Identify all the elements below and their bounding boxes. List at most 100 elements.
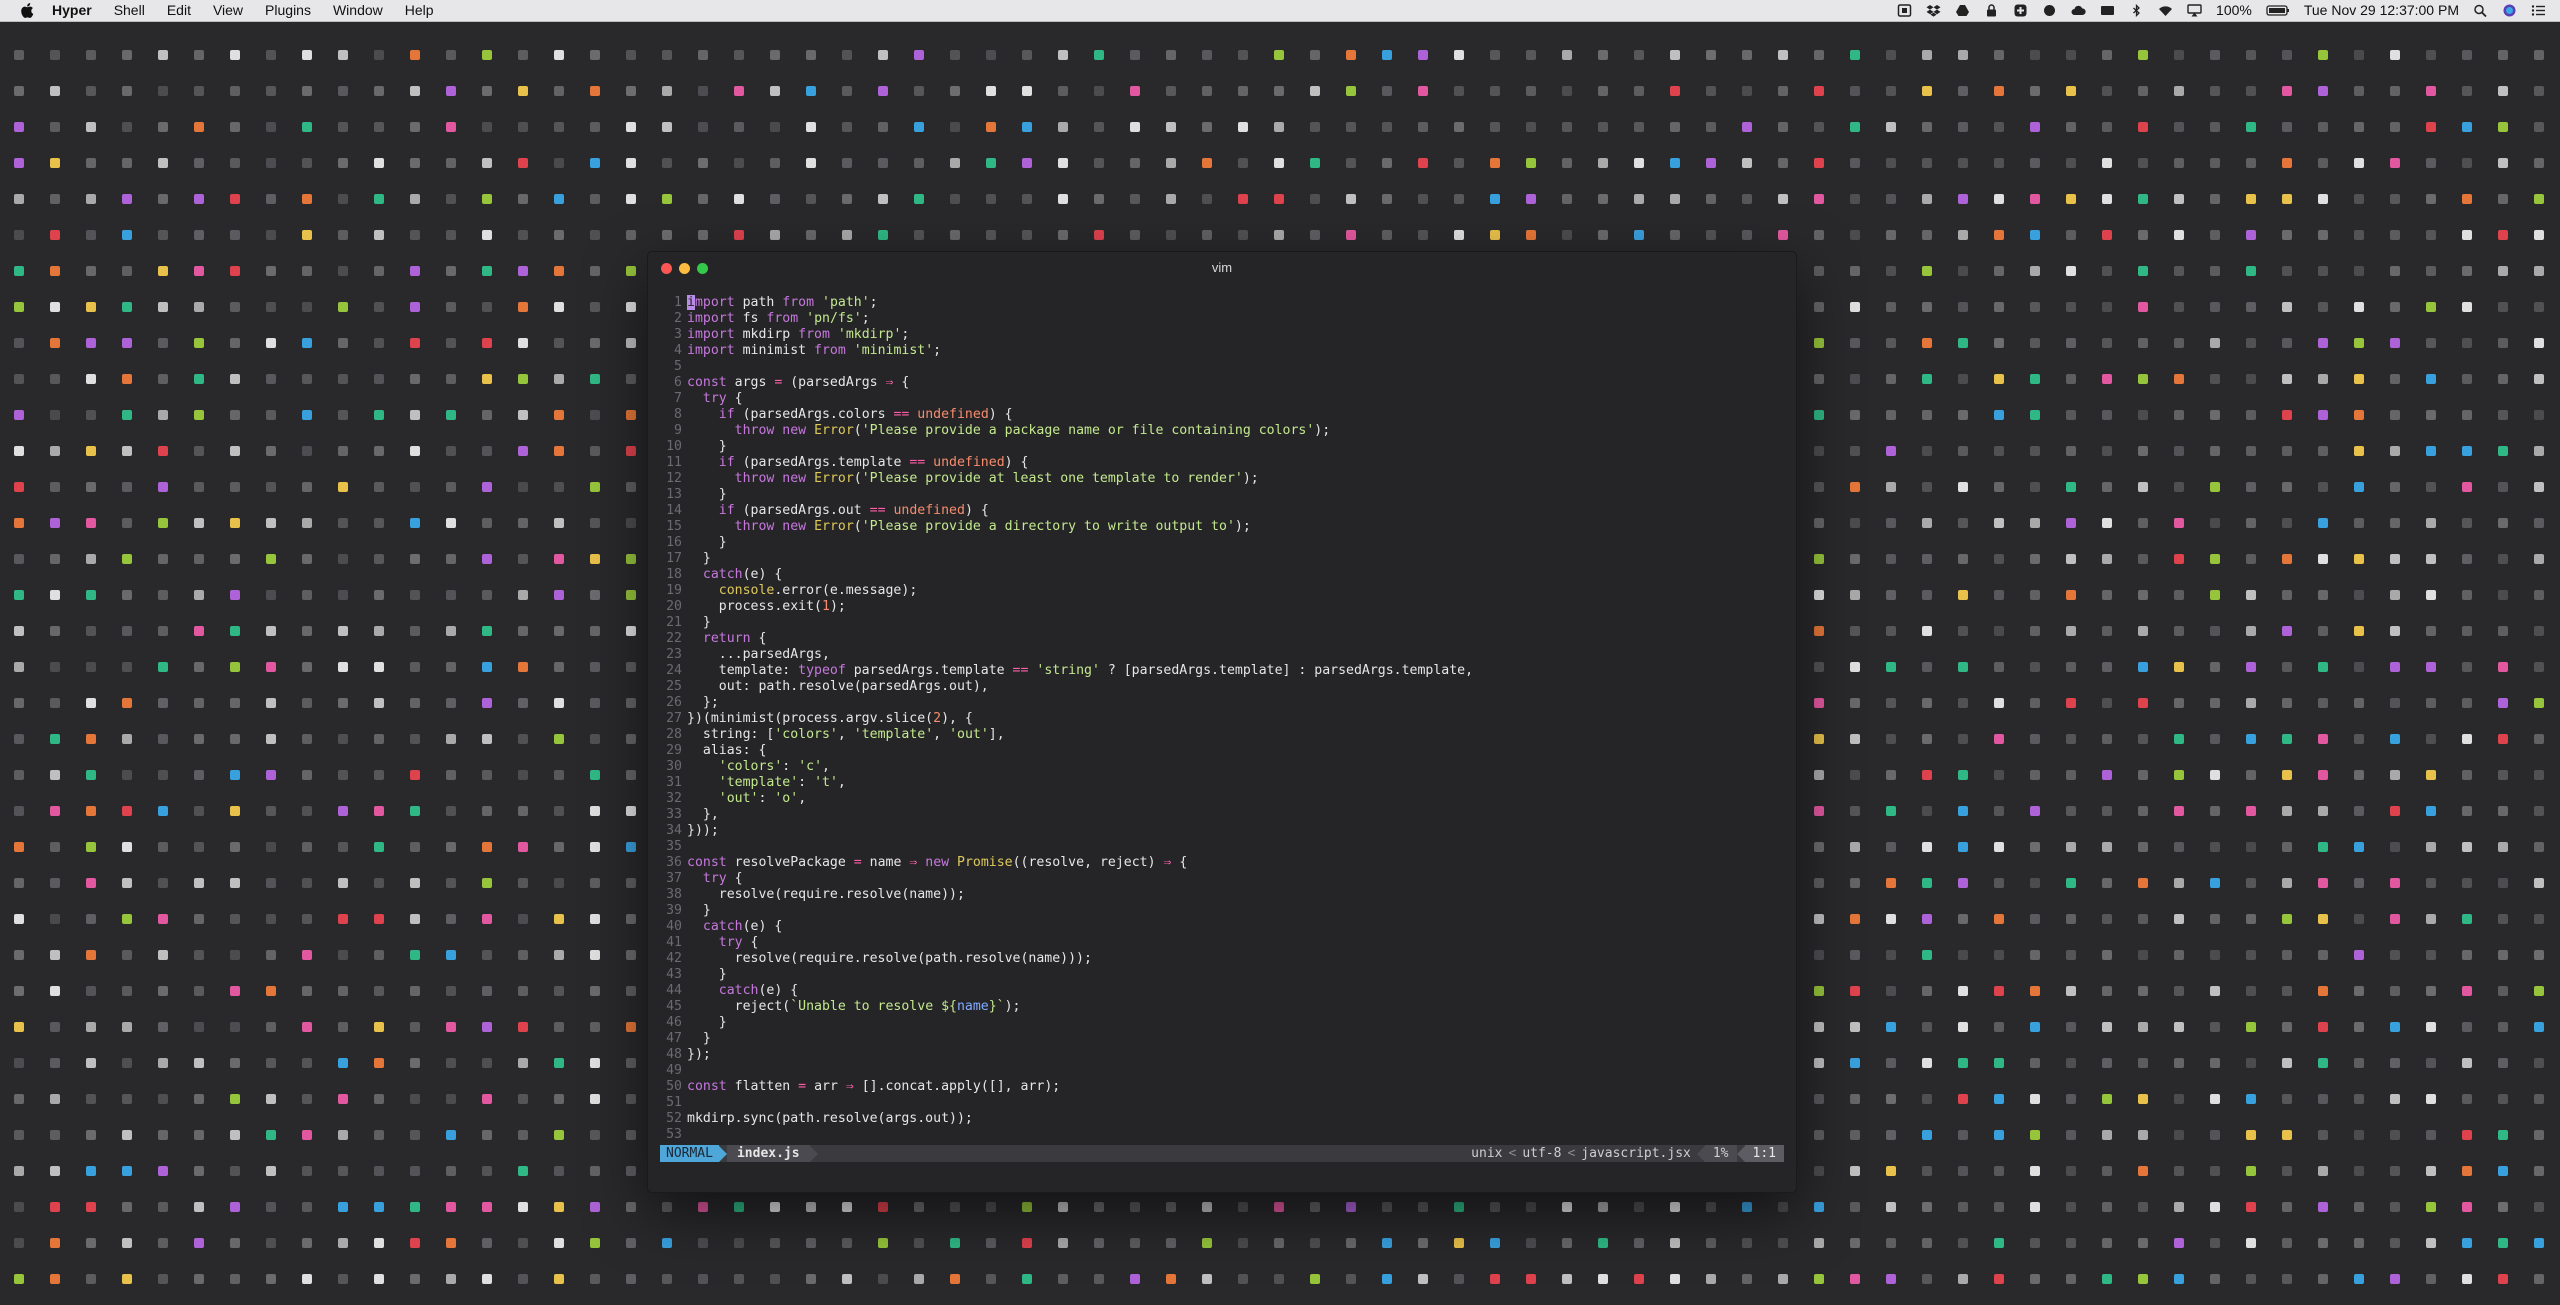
- wallpaper-dot: [1526, 50, 1536, 60]
- line-number: 9: [674, 423, 682, 438]
- code-line[interactable]: 50 const flatten = arr ⇒ [].concat.apply(…: [660, 1079, 1784, 1095]
- code-line[interactable]: 1 import path from 'path';: [660, 295, 1784, 311]
- notification-center-icon[interactable]: [2531, 4, 2546, 17]
- code-line[interactable]: 21 }: [660, 615, 1784, 631]
- menu-edit[interactable]: Edit: [167, 0, 191, 21]
- code-line[interactable]: 9 throw new Error('Please provide a pack…: [660, 423, 1784, 439]
- lock-icon[interactable]: [1984, 4, 1999, 17]
- code-line[interactable]: 16 }: [660, 535, 1784, 551]
- code-line[interactable]: 8 if (parsedArgs.colors == undefined) {: [660, 407, 1784, 423]
- code-line[interactable]: 11 if (parsedArgs.template == undefined)…: [660, 455, 1784, 471]
- wallpaper-dot: [374, 914, 384, 924]
- code-line[interactable]: 51: [660, 1095, 1784, 1111]
- clock[interactable]: Tue Nov 29 12:37:00 PM: [2304, 0, 2459, 21]
- battery-percent[interactable]: 100%: [2216, 0, 2252, 21]
- circle-icon[interactable]: [2042, 4, 2057, 17]
- code-line[interactable]: 31 'template': 't',: [660, 775, 1784, 791]
- apple-icon[interactable]: [20, 3, 34, 18]
- code-line[interactable]: 40 catch(e) {: [660, 919, 1784, 935]
- line-number: 4: [674, 343, 682, 358]
- code-line[interactable]: 47 }: [660, 1031, 1784, 1047]
- code-token: 'template': [718, 775, 799, 790]
- menu-app-name[interactable]: Hyper: [52, 0, 92, 21]
- code-line[interactable]: 25 out: path.resolve(parsedArgs.out),: [660, 679, 1784, 695]
- menu-view[interactable]: View: [213, 0, 243, 21]
- menu-plugins[interactable]: Plugins: [265, 0, 311, 21]
- code-line[interactable]: 3 import mkdirp from 'mkdirp';: [660, 327, 1784, 343]
- code-line[interactable]: 49: [660, 1063, 1784, 1079]
- code-line[interactable]: 32 'out': 'o',: [660, 791, 1784, 807]
- wallpaper-dot: [122, 590, 132, 600]
- code-editor[interactable]: 1 import path from 'path'; 2 import fs from…: [660, 295, 1784, 1143]
- code-line[interactable]: 24 template: typeof parsedArgs.template …: [660, 663, 1784, 679]
- code-line[interactable]: 12 throw new Error('Please provide at le…: [660, 471, 1784, 487]
- code-line[interactable]: 52 mkdirp.sync(path.resolve(args.out));: [660, 1111, 1784, 1127]
- menu-help[interactable]: Help: [405, 0, 434, 21]
- code-line[interactable]: 10 }: [660, 439, 1784, 455]
- code-line[interactable]: 20 process.exit(1);: [660, 599, 1784, 615]
- code-line[interactable]: 5: [660, 359, 1784, 375]
- bluetooth-icon[interactable]: [2129, 4, 2144, 17]
- wallpaper-dot: [194, 230, 204, 240]
- code-line[interactable]: 6 const args = (parsedArgs ⇒ {: [660, 375, 1784, 391]
- cloud-icon[interactable]: [2071, 4, 2086, 17]
- code-token: undefined: [933, 455, 1005, 470]
- code-line[interactable]: 44 catch(e) {: [660, 983, 1784, 999]
- code-line[interactable]: 17 }: [660, 551, 1784, 567]
- code-line[interactable]: 37 try {: [660, 871, 1784, 887]
- siri-icon[interactable]: [2502, 4, 2517, 17]
- code-line[interactable]: 19 console.error(e.message);: [660, 583, 1784, 599]
- code-line[interactable]: 43 }: [660, 967, 1784, 983]
- plus-icon[interactable]: [2013, 4, 2028, 17]
- airplay-icon[interactable]: [2187, 4, 2202, 17]
- code-line[interactable]: 28 string: ['colors', 'template', 'out']…: [660, 727, 1784, 743]
- menu-shell[interactable]: Shell: [114, 0, 145, 21]
- code-line[interactable]: 23 ...parsedArgs,: [660, 647, 1784, 663]
- code-line[interactable]: 30 'colors': 'c',: [660, 759, 1784, 775]
- code-line[interactable]: 48});: [660, 1047, 1784, 1063]
- code-line[interactable]: 13 }: [660, 487, 1784, 503]
- code-line[interactable]: 29 alias: {: [660, 743, 1784, 759]
- code-line[interactable]: 15 throw new Error('Please provide a dir…: [660, 519, 1784, 535]
- wallpaper-dot: [2462, 158, 2472, 168]
- wifi-icon[interactable]: [2158, 4, 2173, 17]
- code-line[interactable]: 35: [660, 839, 1784, 855]
- code-line[interactable]: 27})(minimist(process.argv.slice(2), {: [660, 711, 1784, 727]
- code-line[interactable]: 26 };: [660, 695, 1784, 711]
- code-line[interactable]: 18 catch(e) {: [660, 567, 1784, 583]
- code-line[interactable]: 36 const resolvePackage = name ⇒ new Prom…: [660, 855, 1784, 871]
- code-line[interactable]: 4 import minimist from 'minimist';: [660, 343, 1784, 359]
- wallpaper-dot: [1850, 1166, 1860, 1176]
- display-icon[interactable]: [2100, 4, 2115, 17]
- code-line[interactable]: 14 if (parsedArgs.out == undefined) {: [660, 503, 1784, 519]
- code-line[interactable]: 38 resolve(require.resolve(name));: [660, 887, 1784, 903]
- wallpaper-dot: [2534, 86, 2544, 96]
- code-line[interactable]: 34}));: [660, 823, 1784, 839]
- code-line[interactable]: 42 resolve(require.resolve(path.resolve(…: [660, 951, 1784, 967]
- code-line[interactable]: 33 },: [660, 807, 1784, 823]
- code-line[interactable]: 41 try {: [660, 935, 1784, 951]
- search-icon[interactable]: [2473, 4, 2488, 17]
- drive-icon[interactable]: [1955, 4, 1970, 17]
- code-line[interactable]: 39 }: [660, 903, 1784, 919]
- title-bar[interactable]: vim: [648, 252, 1796, 284]
- wallpaper-dot: [2066, 1130, 2076, 1140]
- code-line[interactable]: 22 return {: [660, 631, 1784, 647]
- wallpaper-dot: [2354, 1022, 2364, 1032]
- code-line[interactable]: 7 try {: [660, 391, 1784, 407]
- wallpaper-dot: [122, 806, 132, 816]
- wallpaper-dot: [1958, 806, 1968, 816]
- dropbox-icon[interactable]: [1926, 4, 1941, 17]
- terminal-window[interactable]: vim 1 import path from 'path'; 2 import fs …: [648, 252, 1796, 1192]
- menu-window[interactable]: Window: [333, 0, 383, 21]
- code-line[interactable]: 53: [660, 1127, 1784, 1143]
- battery-icon[interactable]: [2266, 4, 2290, 17]
- wallpaper-dot: [626, 518, 636, 528]
- code-line[interactable]: 2 import fs from 'pn/fs';: [660, 311, 1784, 327]
- wallpaper-dot: [2210, 1094, 2220, 1104]
- app-icon[interactable]: [1897, 4, 1912, 17]
- wallpaper-dot: [194, 770, 204, 780]
- code-line[interactable]: 45 reject(`Unable to resolve ${name}`);: [660, 999, 1784, 1015]
- wallpaper-dot: [86, 50, 96, 60]
- code-line[interactable]: 46 }: [660, 1015, 1784, 1031]
